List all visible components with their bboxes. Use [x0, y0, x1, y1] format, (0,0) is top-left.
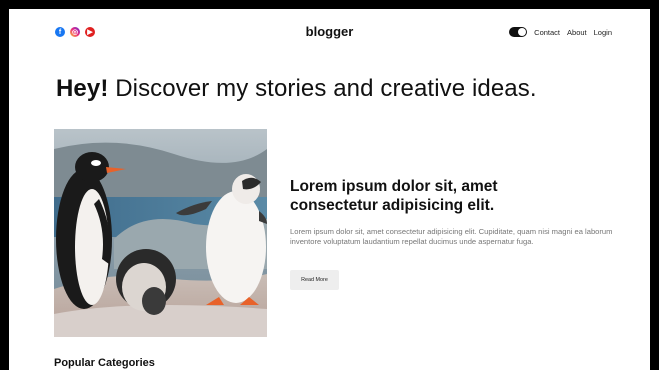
dark-mode-toggle[interactable] [509, 27, 528, 37]
nav-links: Contact About Login [509, 27, 612, 37]
nav-link-about[interactable]: About [567, 28, 587, 37]
hero-tagline: Discover my stories and creative ideas. [115, 75, 537, 102]
read-more-button[interactable]: Read More [290, 270, 339, 290]
hero-heading: Hey! Discover my stories and creative id… [56, 75, 537, 103]
penguins-photo [54, 129, 267, 337]
featured-post-image[interactable] [54, 129, 267, 337]
nav-link-contact[interactable]: Contact [534, 28, 560, 37]
page-frame: f ◎ ▶ blogger Contact About Login Hey! D… [9, 9, 650, 370]
featured-post-title[interactable]: Lorem ipsum dolor sit, amet consectetur … [290, 177, 580, 215]
popular-categories-heading: Popular Categories [54, 357, 155, 369]
hero-greeting: Hey! [56, 75, 109, 102]
featured-post-description: Lorem ipsum dolor sit, amet consectetur … [290, 227, 613, 246]
toggle-knob [518, 28, 527, 36]
navbar: f ◎ ▶ blogger Contact About Login [9, 9, 650, 55]
nav-link-login[interactable]: Login [594, 28, 612, 37]
